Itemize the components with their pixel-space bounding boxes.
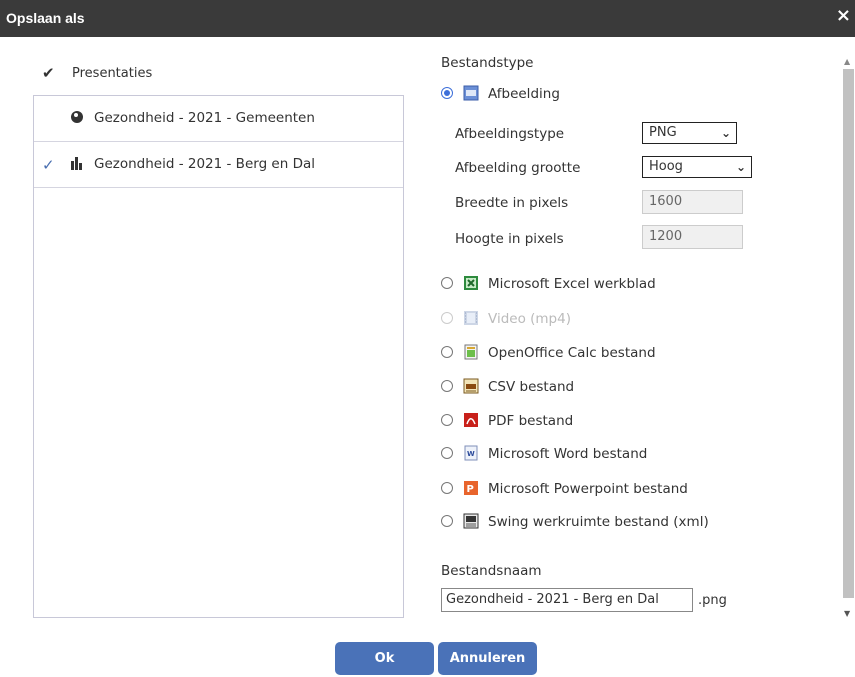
- radio-image[interactable]: [441, 87, 453, 99]
- filetype-word-label: Microsoft Word bestand: [488, 446, 648, 462]
- chevron-down-icon: ⌄: [735, 160, 746, 174]
- scrollbar-thumb[interactable]: [843, 69, 854, 598]
- chevron-down-icon: ⌄: [720, 126, 731, 140]
- scroll-up-icon[interactable]: ▲: [844, 57, 850, 66]
- csv-icon: [463, 378, 479, 394]
- filename-label: Bestandsnaam: [441, 563, 542, 579]
- checkmark-icon: ✓: [42, 156, 55, 174]
- radio-video[interactable]: [441, 312, 453, 324]
- list-item[interactable]: Gezondheid - 2021 - Gemeenten: [34, 96, 403, 142]
- radio-calc[interactable]: [441, 346, 453, 358]
- image-type-value: PNG: [649, 125, 677, 140]
- dialog-titlebar: Opslaan als ×: [0, 0, 855, 37]
- double-check-icon[interactable]: ✔: [42, 64, 60, 82]
- radio-xml[interactable]: [441, 515, 453, 527]
- presentations-header: ✔ Presentaties: [42, 63, 152, 83]
- filename-extension: .png: [698, 593, 727, 608]
- filetype-video-label: Video (mp4): [488, 311, 571, 327]
- video-icon: [463, 310, 479, 326]
- filename-input[interactable]: Gezondheid - 2021 - Berg en Dal: [441, 588, 693, 612]
- radio-excel[interactable]: [441, 277, 453, 289]
- height-label: Hoogte in pixels: [455, 231, 564, 247]
- presentations-list: Gezondheid - 2021 - Gemeenten ✓ Gezondhe…: [33, 95, 404, 618]
- list-item[interactable]: ✓ Gezondheid - 2021 - Berg en Dal: [34, 142, 403, 188]
- filetype-calc-label: OpenOffice Calc bestand: [488, 345, 656, 361]
- cancel-button[interactable]: Annuleren: [438, 642, 537, 675]
- filetype-powerpoint-label: Microsoft Powerpoint bestand: [488, 481, 688, 497]
- calc-icon: [463, 344, 479, 360]
- list-item-label: Gezondheid - 2021 - Gemeenten: [94, 110, 315, 126]
- image-size-value: Hoog: [649, 159, 683, 174]
- width-label: Breedte in pixels: [455, 195, 569, 211]
- filetype-image-label: Afbeelding: [488, 86, 560, 102]
- image-type-label: Afbeeldingstype: [455, 126, 565, 142]
- filetype-xml-label: Swing werkruimte bestand (xml): [488, 514, 709, 530]
- image-icon: [463, 85, 479, 101]
- dialog-title: Opslaan als: [6, 10, 85, 26]
- image-size-label: Afbeelding grootte: [455, 160, 581, 176]
- ok-button[interactable]: Ok: [335, 642, 434, 675]
- width-field[interactable]: 1600: [642, 190, 743, 214]
- globe-icon: [71, 111, 85, 125]
- pdf-icon: [463, 412, 479, 428]
- filetype-pdf-label: PDF bestand: [488, 413, 574, 429]
- list-item-label: Gezondheid - 2021 - Berg en Dal: [94, 156, 315, 172]
- radio-csv[interactable]: [441, 380, 453, 392]
- radio-powerpoint[interactable]: [441, 482, 453, 494]
- filetype-heading: Bestandstype: [441, 55, 534, 71]
- svg-text:P: P: [467, 484, 474, 495]
- radio-word[interactable]: [441, 447, 453, 459]
- excel-icon: [463, 275, 479, 291]
- xml-icon: [463, 513, 479, 529]
- filetype-csv-label: CSV bestand: [488, 379, 575, 395]
- filetype-excel-label: Microsoft Excel werkblad: [488, 276, 656, 292]
- radio-pdf[interactable]: [441, 414, 453, 426]
- powerpoint-icon: P: [463, 480, 479, 496]
- word-icon: W: [463, 445, 479, 461]
- scroll-down-icon[interactable]: ▼: [844, 609, 850, 618]
- height-field[interactable]: 1200: [642, 225, 743, 249]
- svg-text:W: W: [467, 450, 475, 458]
- close-icon[interactable]: ×: [836, 7, 851, 25]
- scrollbar[interactable]: ▲ ▼: [841, 55, 855, 625]
- bar-chart-icon: [71, 157, 85, 171]
- presentations-label: Presentaties: [72, 65, 153, 81]
- image-type-select[interactable]: PNG ⌄: [642, 122, 737, 144]
- image-size-select[interactable]: Hoog ⌄: [642, 156, 752, 178]
